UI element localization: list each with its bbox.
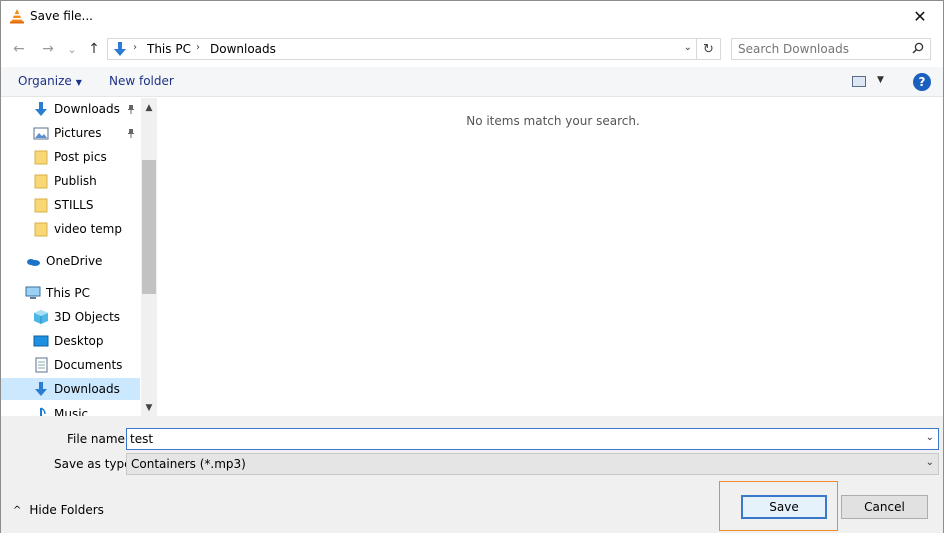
nav-item-label: This PC: [46, 286, 90, 300]
nav-item-onedrive[interactable]: OneDrive: [1, 250, 141, 272]
save-options-panel: File name: ⌄ Save as type: Containers (*…: [1, 416, 943, 533]
up-button[interactable]: ↑: [84, 39, 104, 59]
download-arrow-icon: [35, 382, 47, 396]
nav-item-3d-objects[interactable]: 3D Objects: [1, 306, 141, 328]
title-bar: Save file... ✕: [1, 1, 943, 32]
recent-locations-button[interactable]: ⌄: [62, 39, 82, 59]
nav-item-label: OneDrive: [46, 254, 103, 268]
nav-item-documents[interactable]: Documents: [1, 354, 141, 376]
back-arrow-icon: ←: [13, 41, 25, 57]
breadcrumb-separator: ›: [196, 42, 200, 53]
back-button[interactable]: ←: [9, 39, 29, 59]
save-button[interactable]: Save: [741, 495, 827, 519]
hide-folders-toggle[interactable]: ^ Hide Folders: [13, 503, 104, 517]
nav-item-label: Desktop: [54, 334, 104, 348]
address-dropdown-icon[interactable]: ⌄: [684, 42, 692, 53]
file-list-area[interactable]: No items match your search.: [158, 98, 943, 416]
nav-item-label: 3D Objects: [54, 310, 121, 324]
address-bar[interactable]: › This PC › Downloads ⌄ ↻: [107, 38, 721, 60]
up-arrow-icon: ↑: [88, 41, 100, 57]
search-input[interactable]: [738, 41, 908, 57]
cube-icon: [34, 310, 48, 324]
nav-item-post-pics[interactable]: Post pics: [1, 146, 141, 168]
folder-icon: [34, 222, 48, 237]
forward-button[interactable]: →: [38, 39, 58, 59]
command-bar: Organize ▼ New folder ▼ ?: [1, 67, 943, 97]
chevron-down-icon: ⌄: [925, 457, 934, 468]
nav-item-label: Post pics: [54, 150, 107, 164]
download-arrow-icon: [35, 102, 47, 116]
nav-item-desktop[interactable]: Desktop: [1, 330, 141, 352]
folder-icon: [34, 198, 48, 213]
pin-icon: [126, 128, 136, 141]
pin-icon: [126, 104, 136, 117]
empty-results-message: No items match your search.: [466, 114, 640, 128]
nav-item-stills[interactable]: STILLS: [1, 194, 141, 216]
refresh-button[interactable]: ↻: [696, 39, 720, 59]
organize-label: Organize: [18, 74, 72, 88]
window-title: Save file...: [30, 9, 93, 23]
view-options-caret-icon[interactable]: ▼: [877, 75, 884, 85]
navigation-bar: ← → ⌄ ↑ › This PC › Downloads ⌄ ↻: [1, 36, 943, 62]
pictures-icon: [33, 127, 49, 140]
nav-item-label: STILLS: [54, 198, 94, 212]
caret-down-icon: ▼: [75, 78, 82, 87]
nav-item-downloads-quick[interactable]: Downloads: [1, 98, 141, 120]
nav-item-label: Pictures: [54, 126, 102, 140]
nav-item-video-temp[interactable]: video temp: [1, 218, 141, 240]
music-note-icon: [40, 407, 46, 416]
cancel-button[interactable]: Cancel: [841, 495, 928, 519]
chevron-down-icon[interactable]: ⌄: [926, 432, 934, 443]
save-as-type-label: Save as type:: [54, 457, 136, 471]
close-button[interactable]: ✕: [897, 1, 943, 32]
nav-item-downloads-selected[interactable]: Downloads: [1, 378, 140, 400]
navigation-pane: Downloads Pictures Post pics Publish STI…: [1, 98, 157, 416]
onedrive-cloud-icon: [27, 259, 40, 266]
nav-item-label: Music: [54, 407, 89, 416]
hide-folders-label: Hide Folders: [29, 503, 104, 517]
nav-pane-scrollbar[interactable]: ▲ ▼: [141, 98, 156, 416]
save-as-type-value: Containers (*.mp3): [131, 457, 246, 471]
nav-item-pictures[interactable]: Pictures: [1, 122, 141, 144]
chevron-up-icon: ^: [13, 504, 22, 516]
nav-item-publish[interactable]: Publish: [1, 170, 141, 192]
breadcrumb-separator: ›: [133, 42, 137, 53]
save-as-type-select[interactable]: Containers (*.mp3) ⌄: [126, 453, 939, 475]
folder-icon: [34, 150, 48, 165]
save-file-dialog: Save file... ✕ ← → ⌄ ↑ › This PC › Downl…: [0, 0, 944, 533]
computer-icon: [25, 286, 41, 299]
search-box[interactable]: [731, 38, 931, 60]
breadcrumb-downloads[interactable]: Downloads: [210, 42, 276, 56]
nav-item-label: video temp: [54, 222, 122, 236]
help-icon[interactable]: ?: [913, 73, 931, 91]
nav-item-label: Downloads: [54, 102, 120, 116]
folder-icon: [34, 174, 48, 189]
forward-arrow-icon: →: [42, 41, 54, 57]
document-icon: [35, 357, 48, 373]
nav-item-this-pc[interactable]: This PC: [1, 282, 141, 304]
download-arrow-icon: [114, 42, 126, 56]
nav-item-label: Downloads: [54, 382, 120, 396]
new-folder-button[interactable]: New folder: [109, 74, 174, 88]
refresh-icon: ↻: [703, 41, 714, 57]
file-name-input[interactable]: [130, 431, 910, 447]
organize-menu[interactable]: Organize ▼: [18, 74, 82, 88]
file-name-label: File name:: [67, 432, 129, 446]
scroll-up-icon[interactable]: ▲: [141, 100, 156, 116]
change-view-icon[interactable]: [852, 76, 866, 87]
desktop-icon: [33, 335, 49, 347]
file-name-combobox[interactable]: ⌄: [126, 428, 939, 450]
vlc-cone-icon: [10, 9, 24, 24]
breadcrumb-this-pc[interactable]: This PC: [147, 42, 191, 56]
nav-item-label: Publish: [54, 174, 97, 188]
scroll-down-icon[interactable]: ▼: [141, 400, 156, 416]
close-icon: ✕: [913, 7, 927, 26]
nav-item-music[interactable]: Music: [1, 403, 141, 416]
chevron-down-icon: ⌄: [67, 42, 77, 56]
nav-item-label: Documents: [54, 358, 123, 372]
scrollbar-thumb[interactable]: [142, 160, 156, 294]
search-icon: [912, 42, 924, 54]
